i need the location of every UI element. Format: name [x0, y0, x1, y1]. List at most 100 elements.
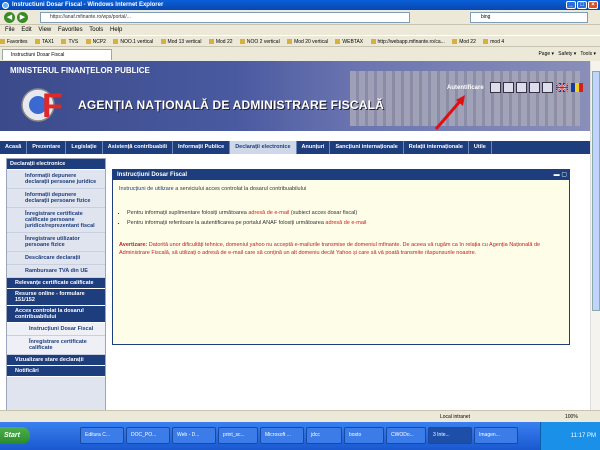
panel-controls[interactable]: ▬ ▢	[551, 171, 567, 179]
fav-item[interactable]: TVS	[61, 36, 78, 46]
browser-tab[interactable]: Instructiuni Dosar Fiscal	[2, 49, 112, 60]
fav-item[interactable]: TAX1	[34, 36, 54, 46]
panel-title: Instrucțiuni Dosar Fiscal	[113, 170, 569, 180]
menu-favorites[interactable]: Favorites	[58, 27, 83, 33]
fav-item[interactable]: Mod 20 vertical	[287, 36, 328, 46]
email-icon[interactable]	[529, 82, 540, 93]
nav-legislatie[interactable]: Legislație	[66, 141, 103, 154]
sidebar-section[interactable]: Relevanțe certificate calificate	[7, 278, 105, 289]
fav-item[interactable]: Mod 13 vertical	[160, 36, 201, 46]
taskbar-item[interactable]: jdcc	[306, 427, 342, 444]
sidebar: Declarații electronice Informații depune…	[6, 158, 106, 410]
taskbar-item-active[interactable]: 3 Inte...	[428, 427, 472, 444]
sidebar-section[interactable]: Notificări	[7, 366, 105, 377]
main-navigation: Acasă Prezentare Legislație Asistență co…	[0, 141, 590, 154]
sidebar-item[interactable]: Informații depunere declarații persoane …	[7, 170, 105, 189]
sidebar-section[interactable]: Vizualizare stare declarații	[7, 355, 105, 366]
vertical-scrollbar[interactable]	[590, 61, 600, 410]
sidebar-item[interactable]: Informații depunere declarații persoane …	[7, 189, 105, 208]
menu-view[interactable]: View	[38, 27, 51, 33]
fav-item[interactable]: Mod 22	[208, 36, 233, 46]
window-title: Instructiuni Dosar Fiscal - Windows Inte…	[12, 2, 164, 8]
warning-body: Datorită unor dificultăți tehnice, domen…	[119, 242, 541, 256]
taskbar: Start Editura C... DOC_PO... Web - D... …	[0, 422, 600, 450]
search-icon[interactable]	[516, 82, 527, 93]
sidebar-item[interactable]: Înregistrare utilizator persoane fizice	[7, 233, 105, 252]
email-link[interactable]: adresă de e-mail	[248, 210, 289, 216]
sidebar-subitem[interactable]: Înregistrare certificate calificate	[7, 336, 105, 355]
taskbar-item[interactable]: Editura C...	[80, 427, 124, 444]
fav-item[interactable]: NCP2	[85, 36, 106, 46]
taskbar-item[interactable]: Imagen...	[474, 427, 518, 444]
fav-item[interactable]: Mod 22	[452, 36, 476, 46]
list-item: Pentru informații suplimentare folosiți …	[127, 210, 557, 216]
taskbar-item[interactable]: print_sc...	[218, 427, 258, 444]
scrollbar-thumb[interactable]	[592, 71, 600, 311]
menu-file[interactable]: File	[5, 27, 15, 33]
nav-relatii[interactable]: Relații internaționale	[404, 141, 469, 154]
system-tray: 11:17 PM	[540, 422, 600, 450]
taskbar-item[interactable]: bosto	[344, 427, 384, 444]
address-bar[interactable]: https://anaf.mfinante.ro/wps/portal/...	[40, 12, 410, 23]
sidebar-item[interactable]: Rambursare TVA din UE	[7, 265, 105, 278]
nav-anunturi[interactable]: Anunțuri	[297, 141, 331, 154]
home-icon[interactable]	[490, 82, 501, 93]
sidebar-section-declaratii[interactable]: Declarații electronice	[7, 159, 105, 170]
svg-text:F: F	[42, 87, 63, 125]
list-text: Pentru informații suplimentare folosiți …	[127, 210, 249, 216]
sidebar-section[interactable]: Resurse online - formulare 151/152	[7, 289, 105, 306]
info-list: Pentru informații suplimentare folosiți …	[127, 210, 557, 230]
romania-flag-icon[interactable]	[571, 83, 583, 92]
nav-sanctiuni[interactable]: Sancțiuni internaționale	[330, 141, 404, 154]
nav-asistenta[interactable]: Asistență contribuabili	[103, 141, 174, 154]
list-item: Pentru informații referitoare la autenti…	[127, 220, 557, 226]
email-link[interactable]: adresă de e-mail	[325, 220, 366, 226]
taskbar-item[interactable]: DOC_PO...	[126, 427, 170, 444]
tools-menu[interactable]: Tools	[580, 51, 592, 57]
agency-title: AGENȚIA NAȚIONALĂ DE ADMINISTRARE FISCAL…	[78, 98, 384, 112]
instructions-link[interactable]: Instrucțiuni de utilizare	[119, 186, 174, 192]
forward-button[interactable]: ▶	[17, 12, 28, 23]
start-button[interactable]: Start	[0, 427, 30, 444]
page-menu[interactable]: Page	[538, 51, 550, 57]
fav-item[interactable]: http://webapp.mfinante.ro/ca...	[370, 36, 445, 46]
favorites-bar: Favorites TAX1 TVS NCP2 NOO.1 vertical M…	[0, 35, 600, 47]
taskbar-item[interactable]: Web - D...	[172, 427, 216, 444]
command-bar: Page ▾ Safety ▾ Tools ▾	[538, 51, 596, 57]
search-input[interactable]: bing	[470, 12, 588, 23]
menu-help[interactable]: Help	[110, 27, 122, 33]
nav-utile[interactable]: Utile	[469, 141, 492, 154]
sidebar-item[interactable]: Descărcare declarații	[7, 252, 105, 265]
nav-prezentare[interactable]: Prezentare	[27, 141, 67, 154]
fav-item[interactable]: NOO.1 vertical	[113, 36, 153, 46]
accessibility-icon[interactable]	[542, 82, 553, 93]
nav-acasa[interactable]: Acasă	[0, 141, 28, 154]
nav-declaratii-electronice[interactable]: Declarații electronice	[230, 141, 297, 154]
red-arrow-annotation	[434, 95, 465, 130]
menu-bar: File Edit View Favorites Tools Help	[0, 25, 600, 35]
panel-intro: Instrucțiuni de utilizare a serviciului …	[119, 186, 559, 192]
fav-item[interactable]: Favorites	[0, 36, 28, 46]
warning-label: Avertizare:	[119, 242, 148, 248]
taskbar-item[interactable]: Microsoft ...	[260, 427, 304, 444]
maximize-button[interactable]: □	[577, 1, 587, 9]
fav-item[interactable]: WEBTAX	[335, 36, 363, 46]
window-titlebar: Instructiuni Dosar Fiscal - Windows Inte…	[0, 0, 600, 10]
close-button[interactable]: ×	[588, 1, 598, 9]
sitemap-icon[interactable]	[503, 82, 514, 93]
safety-menu[interactable]: Safety	[558, 51, 572, 57]
taskbar-item[interactable]: CWODo...	[386, 427, 426, 444]
sidebar-item[interactable]: Înregistrare certificate calificate pers…	[7, 208, 105, 233]
back-button[interactable]: ◀	[4, 12, 15, 23]
menu-tools[interactable]: Tools	[89, 27, 103, 33]
minimize-button[interactable]: _	[566, 1, 576, 9]
ministry-title: MINISTERUL FINANȚELOR PUBLICE	[10, 66, 150, 75]
fav-item[interactable]: mod 4	[483, 36, 504, 46]
sidebar-subitem-active[interactable]: Instrucțiuni Dosar Fiscal	[7, 323, 105, 336]
nav-informatii-publice[interactable]: Informații Publice	[173, 141, 231, 154]
fav-item[interactable]: NOO 2 vertical	[239, 36, 280, 46]
sidebar-section[interactable]: Acces controlat la dosarul contribuabilu…	[7, 306, 105, 323]
uk-flag-icon[interactable]	[556, 83, 568, 92]
menu-edit[interactable]: Edit	[21, 27, 31, 33]
clock[interactable]: 11:17 PM	[571, 433, 596, 439]
